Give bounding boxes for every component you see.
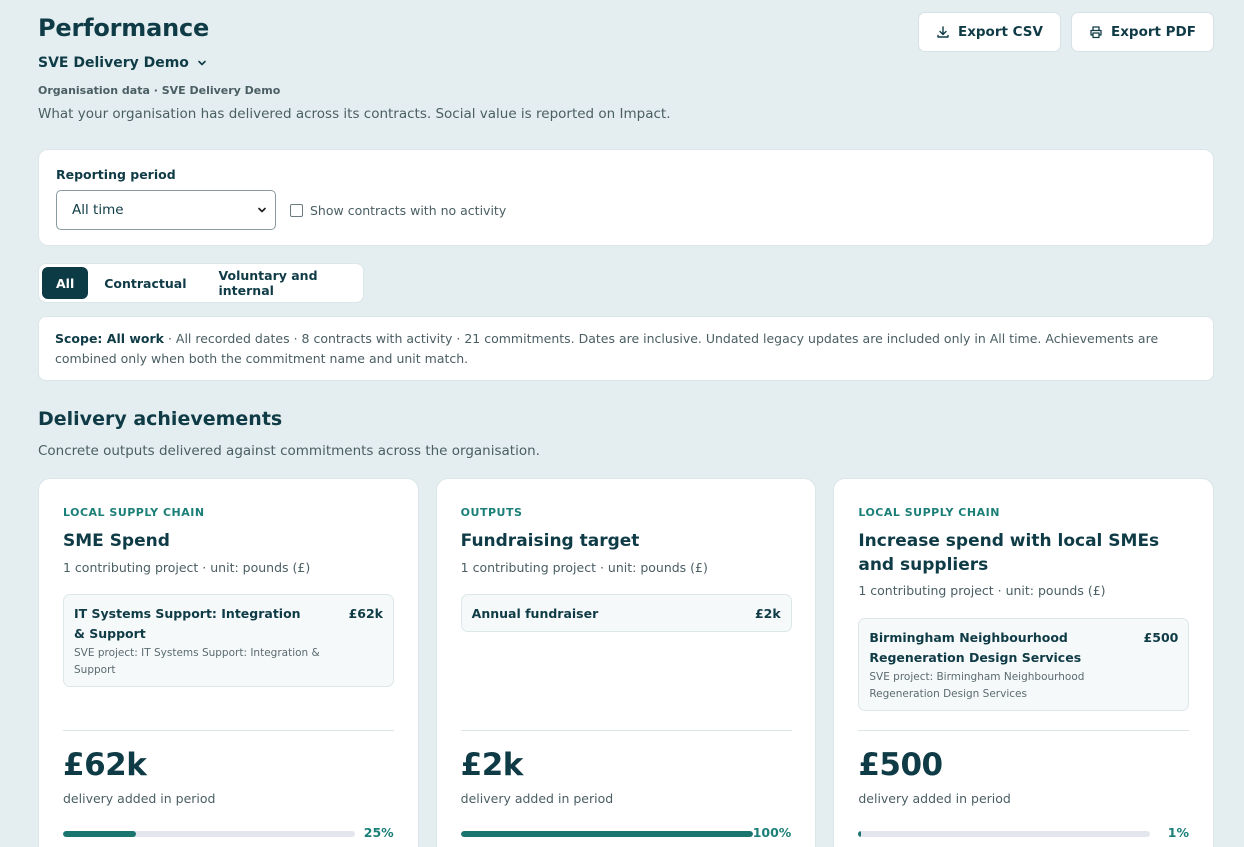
- reporting-period-label: Reporting period: [56, 167, 176, 182]
- project-desc: SVE project: Birmingham Neighbourhood Re…: [869, 671, 1085, 700]
- card-title: Increase spend with local SMEs and suppl…: [858, 531, 1160, 575]
- project-name: IT Systems Support: Integration & Suppor…: [74, 606, 301, 641]
- section-description: Concrete outputs delivered against commi…: [38, 443, 540, 459]
- reporting-period-value: All time: [72, 202, 124, 218]
- printer-icon: [1090, 26, 1102, 39]
- project-item[interactable]: Annual fundraiser £2k: [460, 594, 792, 632]
- project-desc: SVE project: IT Systems Support: Integra…: [74, 647, 320, 676]
- scope-summary: Scope: All work · All recorded dates · 8…: [38, 316, 1214, 381]
- card-subtitle: 1 contributing project · unit: pounds (£…: [858, 583, 1106, 598]
- org-name: SVE Delivery Demo: [38, 55, 189, 71]
- export-csv-label: Export CSV: [957, 24, 1043, 40]
- card-category: LOCAL SUPPLY CHAIN: [858, 506, 1000, 519]
- achievement-card: OUTPUTS Fundraising target 1 contributin…: [435, 478, 817, 847]
- project-value: £62k: [348, 606, 383, 621]
- delivery-value: £500: [858, 747, 943, 783]
- delivery-value: £2k: [460, 747, 524, 783]
- project-name: Annual fundraiser: [471, 606, 599, 621]
- card-category: LOCAL SUPPLY CHAIN: [63, 506, 205, 519]
- achievement-card: LOCAL SUPPLY CHAIN Increase spend with l…: [833, 478, 1215, 847]
- page-title: Performance: [38, 14, 210, 42]
- achievement-card: LOCAL SUPPLY CHAIN SME Spend 1 contribut…: [38, 478, 419, 847]
- delivery-label: delivery added in period: [460, 791, 614, 806]
- project-item[interactable]: Birmingham Neighbourhood Regeneration De…: [858, 618, 1190, 711]
- card-subtitle: 1 contributing project · unit: pounds (£…: [460, 560, 708, 575]
- card-subtitle: 1 contributing project · unit: pounds (£…: [63, 560, 311, 575]
- section-title: Delivery achievements: [38, 408, 283, 430]
- progress-bar: [460, 831, 753, 837]
- project-value: £500: [1143, 630, 1179, 645]
- achievement-cards: LOCAL SUPPLY CHAIN SME Spend 1 contribut…: [38, 478, 1215, 847]
- chevron-down-icon: [258, 207, 266, 213]
- progress-fill: [63, 831, 136, 837]
- card-title: SME Spend: [63, 531, 170, 551]
- progress-bar: [858, 831, 1151, 837]
- show-inactive-label: Show contracts with no activity: [310, 203, 507, 218]
- delivery-value: £62k: [63, 747, 147, 783]
- filter-panel: Reporting period All time Show contracts…: [38, 149, 1214, 246]
- progress-fill: [858, 831, 862, 837]
- card-category: OUTPUTS: [460, 506, 523, 519]
- delivery-label: delivery added in period: [858, 791, 1011, 806]
- page-description: What your organisation has delivered acr…: [38, 106, 671, 122]
- project-item[interactable]: IT Systems Support: Integration & Suppor…: [63, 594, 394, 687]
- export-pdf-label: Export PDF: [1110, 24, 1196, 40]
- export-csv-button[interactable]: Export CSV: [917, 12, 1061, 52]
- progress-percent: 1%: [1167, 825, 1190, 840]
- tab-contractual[interactable]: Contractual: [88, 267, 202, 299]
- card-divider: [63, 730, 394, 731]
- tab-voluntary-internal[interactable]: Voluntary and internal: [203, 267, 361, 299]
- tab-all[interactable]: All: [42, 267, 89, 299]
- card-divider: [858, 730, 1190, 731]
- delivery-label: delivery added in period: [63, 791, 216, 806]
- scope-text: · All recorded dates · 8 contracts with …: [55, 331, 1159, 366]
- reporting-period-select[interactable]: All time: [56, 190, 276, 230]
- show-inactive-checkbox[interactable]: [290, 204, 303, 217]
- show-inactive-toggle[interactable]: Show contracts with no activity: [290, 203, 506, 218]
- scope-label: Scope: All work: [55, 331, 164, 346]
- project-value: £2k: [754, 606, 781, 621]
- org-selector[interactable]: SVE Delivery Demo: [38, 55, 207, 71]
- card-divider: [460, 730, 792, 731]
- project-name: Birmingham Neighbourhood Regeneration De…: [869, 630, 1082, 665]
- chevron-down-icon: [198, 60, 206, 66]
- scope-tabs: All Contractual Voluntary and internal: [38, 263, 364, 303]
- progress-bar: [63, 831, 355, 837]
- progress-fill: [460, 831, 753, 837]
- progress-percent: 25%: [363, 825, 394, 840]
- org-meta: Organisation data · SVE Delivery Demo: [38, 84, 281, 97]
- export-actions: Export CSV Export PDF: [917, 12, 1214, 52]
- card-title: Fundraising target: [460, 531, 640, 551]
- download-icon: [937, 26, 949, 38]
- progress-percent: 100%: [752, 825, 792, 840]
- export-pdf-button[interactable]: Export PDF: [1070, 12, 1214, 52]
